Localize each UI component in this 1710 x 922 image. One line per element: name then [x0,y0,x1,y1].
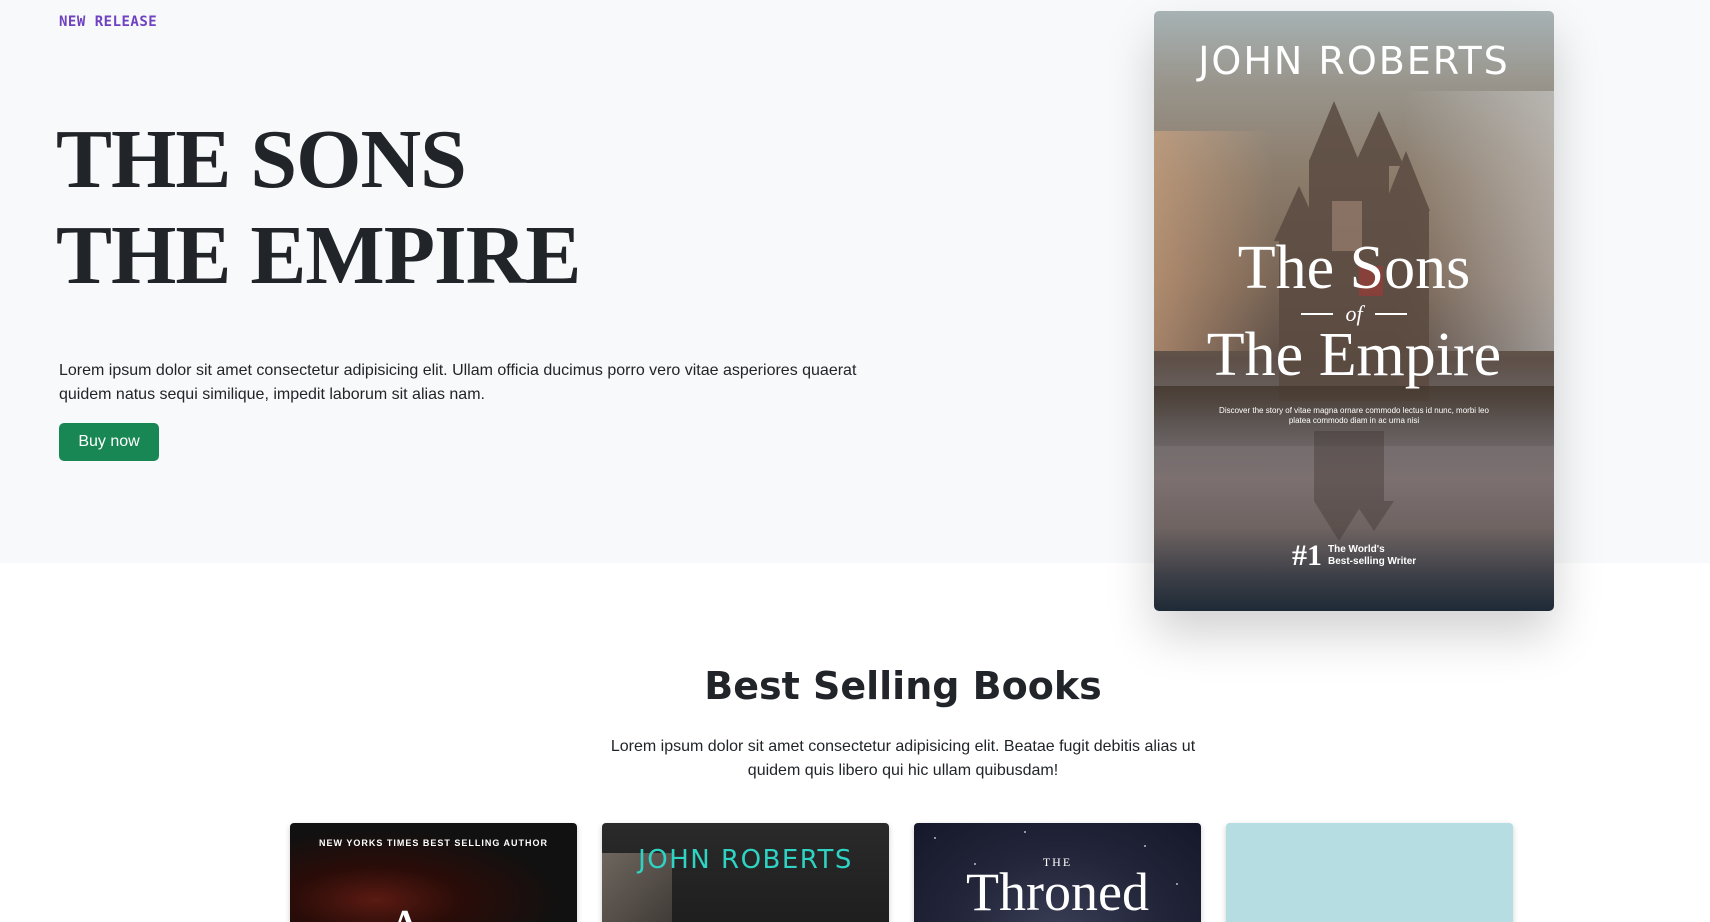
star-dot [1144,845,1146,847]
castle-reflection [1314,431,1394,541]
cover-title-line-2: The Empire [1206,321,1502,389]
cover-badge: #1 The World's Best-selling Writer [1292,539,1416,573]
divider-line-left [1301,313,1334,315]
badge-number: #1 [1292,539,1322,572]
book-card-4[interactable] [1226,823,1513,922]
star-dot [934,837,936,839]
cover-author-name: JOHN ROBERTS [1198,39,1510,83]
book-card-3[interactable]: THE Throned [914,823,1201,922]
cover-title-line-1: The Sons [1237,234,1471,302]
book-3-title: Throned [966,862,1149,922]
featured-book-cover: JOHN ROBERTS The Sons of The Empire Disc… [1154,11,1554,611]
best-selling-description: Lorem ipsum dolor sit amet consectetur a… [610,738,1196,779]
hero-title: THE SONS THE EMPIRE [56,112,581,304]
hero-title-line-2: THE EMPIRE [56,209,581,302]
book-card-1[interactable]: NEW YORKS TIMES BEST SELLING AUTHOR A [290,823,577,922]
buy-now-button[interactable]: Buy now [59,423,159,461]
cover-blurb: Discover the story of vitae magna ornare… [1219,406,1489,425]
book-card-2[interactable]: JOHN ROBERTS [602,823,889,922]
book-1-tagline: NEW YORKS TIMES BEST SELLING AUTHOR [318,838,548,848]
hero-description: Lorem ipsum dolor sit amet consectetur a… [59,362,857,403]
book-2-author: JOHN ROBERTS [638,845,853,875]
badge-text-line-1: The World's [1328,544,1385,555]
star-dot [1024,831,1026,833]
divider-line-right [1374,313,1407,315]
eyebrow-label: NEW RELEASE [59,14,158,30]
book-1-title-fragment: A [385,898,425,922]
badge-text: The World's Best-selling Writer [1328,544,1416,568]
hero-title-line-1: THE SONS [56,113,467,206]
best-selling-title: Best Selling Books [704,664,1102,708]
badge-text-line-2: Best-selling Writer [1328,556,1417,567]
